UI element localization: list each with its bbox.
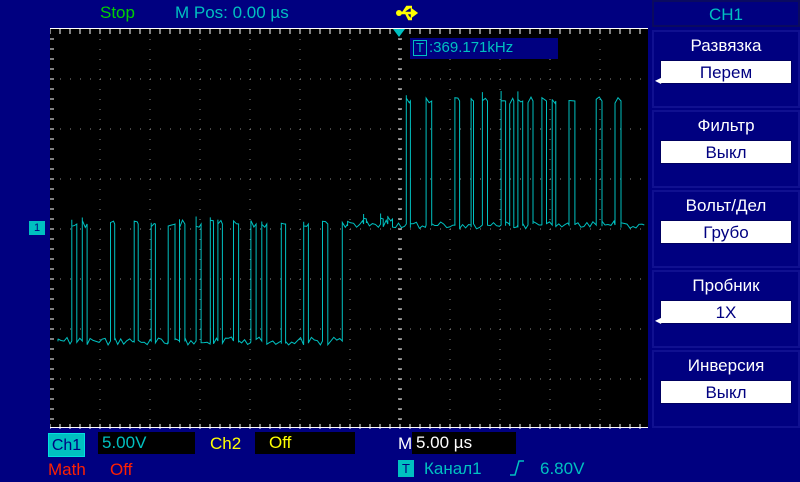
frequency-value: :369.171kHz — [429, 39, 514, 56]
math-value: Off — [110, 460, 133, 479]
menu-value: Грубо — [703, 223, 749, 242]
menu-item-1[interactable]: Фильтр Выкл — [652, 110, 800, 188]
menu-label: Вольт/Дел — [685, 196, 767, 215]
menu-value-button[interactable]: Выкл — [660, 140, 792, 164]
menu-value-button[interactable]: Выкл — [660, 380, 792, 404]
ch2-label[interactable]: Ch2 — [210, 434, 241, 454]
menu-value: Выкл — [705, 383, 747, 402]
menu-label: Пробник — [692, 276, 760, 295]
menu-item-3[interactable]: Пробник ◀ 1X — [652, 270, 800, 348]
trigger-source: Канал1 — [424, 459, 482, 478]
menu-label: Инверсия — [687, 356, 765, 375]
ch1-scale: 5.00V — [98, 432, 195, 454]
menu-value-button[interactable]: Грубо — [660, 220, 792, 244]
trigger-icon: T — [398, 460, 414, 477]
horizontal-position: M Pos: 0.00 µs — [175, 3, 289, 22]
trigger-frequency-readout: T:369.171kHz — [410, 38, 558, 59]
menu-title: CH1 — [652, 0, 800, 27]
ch1-trace — [57, 91, 645, 347]
arrow-left-icon: ◀ — [655, 316, 662, 325]
menu-label: Развязка — [690, 36, 762, 55]
menu-value: Выкл — [705, 143, 747, 162]
rising-edge-icon — [509, 459, 525, 482]
run-status: Stop — [100, 3, 135, 22]
usb-icon — [396, 4, 420, 27]
trigger-level: 6.80V — [540, 459, 585, 478]
menu-value-button[interactable]: ◀ 1X — [655, 300, 792, 325]
graticule — [49, 29, 651, 430]
timebase-scale: 5.00 µs — [412, 432, 516, 454]
menu-label: Фильтр — [697, 116, 755, 135]
menu-value-button[interactable]: ◀ Перем — [655, 60, 792, 85]
menu-item-4[interactable]: Инверсия Выкл — [652, 350, 800, 428]
math-label[interactable]: Math — [48, 460, 86, 480]
ch1-button[interactable]: Ch1 — [48, 433, 85, 457]
arrow-left-icon: ◀ — [655, 76, 662, 85]
menu-value: 1X — [715, 303, 737, 322]
waveform-display[interactable] — [49, 28, 651, 430]
timebase-label: M — [398, 434, 413, 453]
menu-item-2[interactable]: Вольт/Дел Грубо — [652, 190, 800, 268]
menu-item-0[interactable]: Развязка ◀ Перем — [652, 30, 800, 108]
menu-value: Перем — [699, 63, 753, 82]
trigger-icon: T — [413, 40, 427, 56]
ch1-level-marker[interactable]: 1 — [29, 221, 45, 235]
ch2-scale: Off — [255, 432, 355, 454]
